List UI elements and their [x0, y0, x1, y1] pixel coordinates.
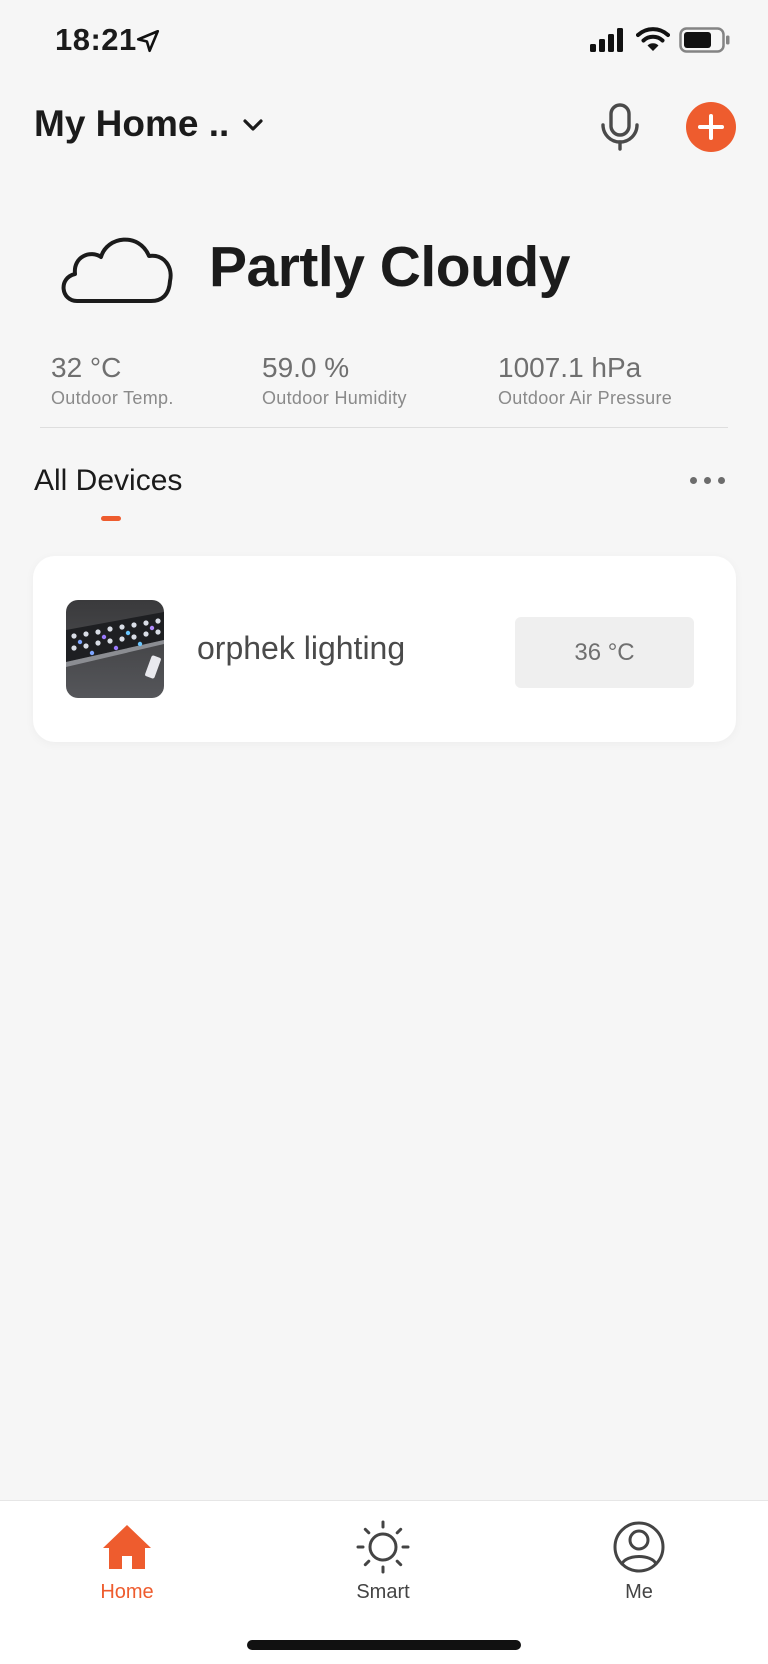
- outdoor-temp: 32 °C Outdoor Temp.: [51, 352, 174, 409]
- home-name: My Home ..: [34, 103, 230, 144]
- tab-smart[interactable]: Smart: [308, 1519, 458, 1604]
- tab-bar: Home Smart Me: [0, 1500, 768, 1664]
- cloud-icon: [61, 237, 173, 303]
- home-selector[interactable]: My Home ..: [34, 103, 265, 145]
- dot: [690, 476, 697, 484]
- more-options-button[interactable]: [690, 472, 730, 488]
- tab-label: Me: [625, 1581, 653, 1603]
- cellular-signal-icon: [590, 28, 623, 52]
- tab-home[interactable]: Home: [52, 1519, 202, 1604]
- device-name: orphek lighting: [197, 630, 406, 666]
- tab-label: Home: [100, 1581, 154, 1603]
- tab-all-devices[interactable]: All Devices: [34, 464, 182, 498]
- metric-label: Outdoor Humidity: [262, 388, 407, 408]
- outdoor-air-pressure: 1007.1 hPa Outdoor Air Pressure: [498, 352, 672, 409]
- house-icon: [103, 1525, 151, 1569]
- dot: [718, 476, 725, 484]
- status-time: 18:21: [55, 22, 137, 57]
- plus-icon: [698, 114, 724, 140]
- home-indicator[interactable]: [247, 1640, 521, 1650]
- device-temperature-chip[interactable]: 36 °C: [515, 617, 694, 688]
- dot: [704, 476, 711, 484]
- location-arrow-icon: [136, 29, 160, 53]
- metric-value: 32 °C: [51, 352, 122, 383]
- metric-value: 59.0 %: [262, 352, 350, 383]
- metric-label: Outdoor Air Pressure: [498, 388, 673, 408]
- outdoor-humidity: 59.0 % Outdoor Humidity: [262, 352, 407, 409]
- tab-label: Smart: [356, 1581, 410, 1603]
- add-device-button[interactable]: [686, 102, 736, 152]
- wifi-icon: [636, 27, 670, 51]
- device-thumbnail: [66, 600, 164, 698]
- microphone-icon[interactable]: [598, 102, 642, 152]
- sun-icon: [356, 1520, 410, 1574]
- metric-label: Outdoor Temp.: [51, 388, 174, 408]
- weather-condition: Partly Cloudy: [209, 235, 570, 299]
- active-tab-indicator: [101, 516, 121, 521]
- device-card[interactable]: orphek lighting 36 °C: [33, 556, 736, 742]
- divider: [40, 427, 728, 428]
- battery-icon: [679, 27, 730, 53]
- chevron-down-icon: [243, 119, 263, 131]
- metric-value: 1007.1 hPa: [498, 352, 642, 383]
- user-circle-icon: [613, 1521, 665, 1573]
- tab-me[interactable]: Me: [564, 1519, 714, 1604]
